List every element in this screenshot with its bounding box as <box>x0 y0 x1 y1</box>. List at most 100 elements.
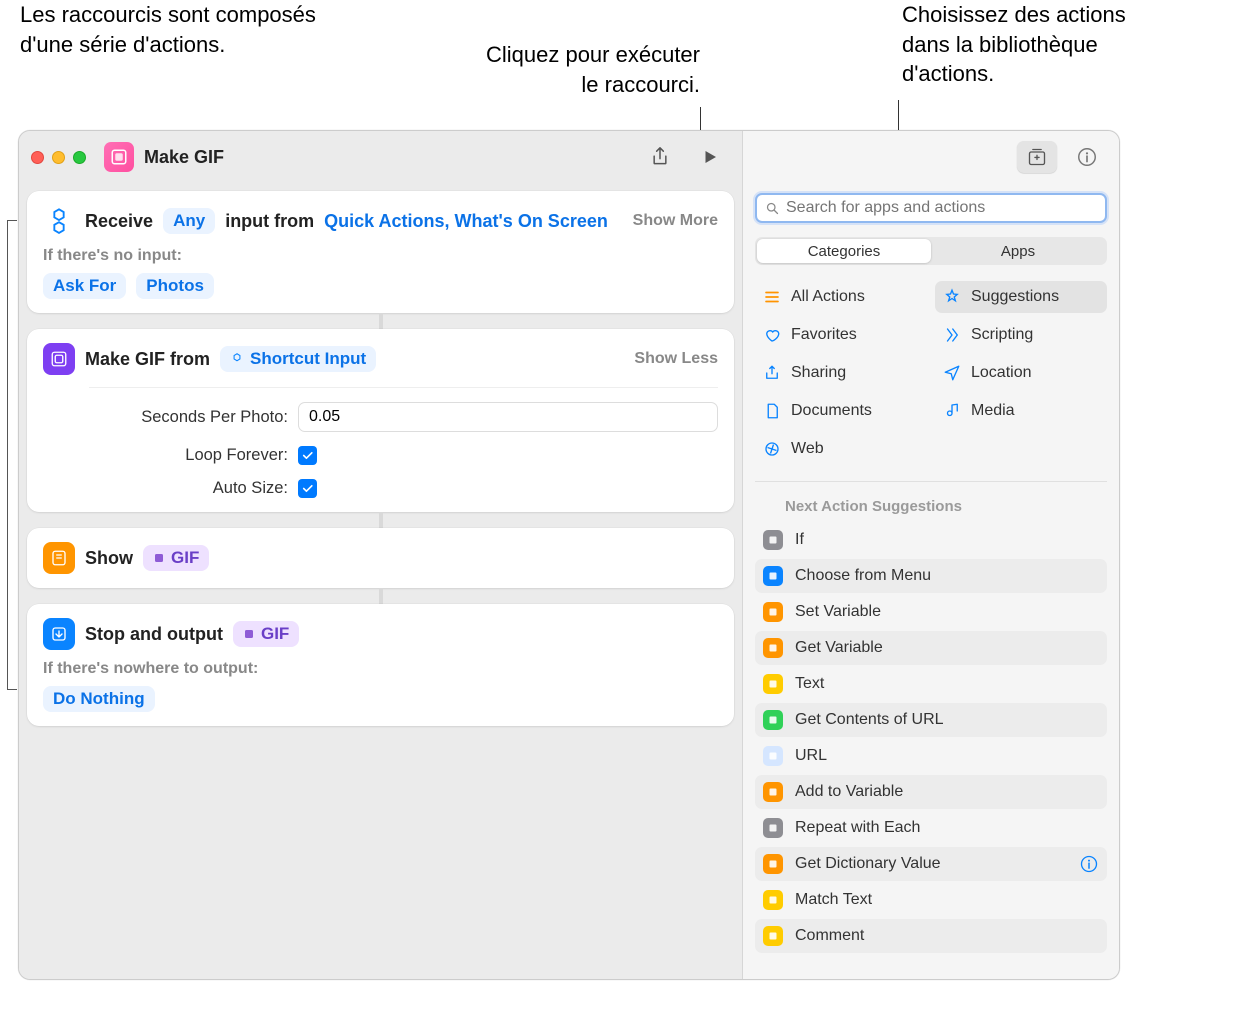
suggestion-add-to-variable[interactable]: Add to Variable <box>755 775 1107 809</box>
action-mini-icon <box>763 530 783 550</box>
category-suggestions[interactable]: Suggestions <box>935 281 1107 313</box>
close-window-button[interactable] <box>31 151 44 164</box>
category-media[interactable]: Media <box>935 395 1107 427</box>
callout-library-l3: d'actions. <box>902 59 1222 89</box>
show-more-button[interactable]: Show More <box>633 212 718 230</box>
action-mini-icon <box>763 782 783 802</box>
suggestion-label: URL <box>795 747 827 765</box>
action-mini-icon <box>763 746 783 766</box>
traffic-lights[interactable] <box>31 151 86 164</box>
search-input[interactable] <box>786 199 1097 217</box>
category-grid: All Actions Suggestions Favorites Scripting… <box>743 275 1119 477</box>
share-button[interactable] <box>640 141 680 173</box>
suggestion-comment[interactable]: Comment <box>755 919 1107 953</box>
info-button[interactable] <box>1075 141 1099 173</box>
callout-run-l2: le raccourci. <box>400 70 700 100</box>
input-icon <box>43 205 75 237</box>
info-icon[interactable] <box>1079 854 1099 874</box>
callout-left: Les raccourcis sont composés d'une série… <box>20 0 350 59</box>
category-all-actions[interactable]: All Actions <box>755 281 927 313</box>
suggestion-get-dictionary-value[interactable]: Get Dictionary Value <box>755 847 1107 881</box>
shortcut-editor-window: Make GIF Receive Any input from Quick <box>18 130 1120 980</box>
auto-size-checkbox[interactable] <box>298 479 317 498</box>
action-stop-output[interactable]: Stop and output GIF If there's nowhere t… <box>27 604 734 726</box>
action-mini-icon <box>763 818 783 838</box>
category-label: Web <box>791 440 824 458</box>
titlebar: Make GIF <box>19 131 742 183</box>
category-label: Scripting <box>971 326 1033 344</box>
category-label: All Actions <box>791 288 865 306</box>
show-less-button[interactable]: Show Less <box>634 350 718 368</box>
make-gif-icon <box>43 343 75 375</box>
suggestion-label: Match Text <box>795 891 872 909</box>
zoom-window-button[interactable] <box>73 151 86 164</box>
gif-output-token[interactable]: GIF <box>233 621 299 647</box>
connector <box>379 512 383 528</box>
callout-run: Cliquez pour exécuter le raccourci. <box>400 40 700 99</box>
action-mini-icon <box>763 638 783 658</box>
action-make-gif[interactable]: Make GIF from Shortcut Input Show Less S… <box>27 329 734 512</box>
category-scripting[interactable]: Scripting <box>935 319 1107 351</box>
output-icon <box>43 618 75 650</box>
gif-variable-token[interactable]: GIF <box>143 545 209 571</box>
category-label: Sharing <box>791 364 846 382</box>
library-pane: Categories Apps All Actions Suggestions Fa… <box>742 131 1119 979</box>
receive-any-token[interactable]: Any <box>163 208 215 234</box>
category-favorites[interactable]: Favorites <box>755 319 927 351</box>
shortcut-icon <box>104 142 134 172</box>
library-button[interactable] <box>1017 141 1057 173</box>
category-web[interactable]: Web <box>755 433 927 465</box>
library-tabs[interactable]: Categories Apps <box>755 237 1107 265</box>
connector <box>379 588 383 604</box>
auto-size-label: Auto Size: <box>43 479 298 498</box>
do-nothing-token[interactable]: Do Nothing <box>43 686 155 712</box>
suggestion-if[interactable]: If <box>755 523 1107 557</box>
search-field[interactable] <box>755 193 1107 223</box>
suggestion-set-variable[interactable]: Set Variable <box>755 595 1107 629</box>
suggestion-label: If <box>795 531 804 549</box>
suggestion-repeat-with-each[interactable]: Repeat with Each <box>755 811 1107 845</box>
category-location[interactable]: Location <box>935 357 1107 389</box>
make-gif-label: Make GIF from <box>85 349 210 370</box>
category-sharing[interactable]: Sharing <box>755 357 927 389</box>
minimize-window-button[interactable] <box>52 151 65 164</box>
category-documents[interactable]: Documents <box>755 395 927 427</box>
suggestion-label: Get Variable <box>795 639 883 657</box>
suggestion-get-variable[interactable]: Get Variable <box>755 631 1107 665</box>
show-icon <box>43 542 75 574</box>
suggestion-label: Get Contents of URL <box>795 711 944 729</box>
shortcut-title[interactable]: Make GIF <box>144 147 224 168</box>
seconds-per-photo-input[interactable] <box>298 402 718 432</box>
tab-apps[interactable]: Apps <box>931 239 1105 263</box>
suggestion-label: Choose from Menu <box>795 567 931 585</box>
callout-library-l2: dans la bibliothèque <box>902 30 1222 60</box>
gif-text: GIF <box>171 548 199 568</box>
receive-sources-token[interactable]: Quick Actions, What's On Screen <box>324 211 608 232</box>
loop-forever-checkbox[interactable] <box>298 446 317 465</box>
photos-token[interactable]: Photos <box>136 273 214 299</box>
divider <box>89 387 718 388</box>
suggestion-url[interactable]: URL <box>755 739 1107 773</box>
category-label: Suggestions <box>971 288 1059 306</box>
action-show[interactable]: Show GIF <box>27 528 734 588</box>
category-label: Media <box>971 402 1015 420</box>
separator <box>755 481 1107 482</box>
connector <box>379 313 383 329</box>
receive-label: Receive <box>85 211 153 232</box>
shortcut-input-text: Shortcut Input <box>250 349 366 369</box>
suggestion-text[interactable]: Text <box>755 667 1107 701</box>
suggestion-match-text[interactable]: Match Text <box>755 883 1107 917</box>
suggestion-get-contents-of-url[interactable]: Get Contents of URL <box>755 703 1107 737</box>
run-button[interactable] <box>690 141 730 173</box>
editor-main-pane: Make GIF Receive Any input from Quick <box>19 131 742 979</box>
suggestion-choose-from-menu[interactable]: Choose from Menu <box>755 559 1107 593</box>
suggestion-label: Add to Variable <box>795 783 903 801</box>
ask-for-token[interactable]: Ask For <box>43 273 126 299</box>
tab-categories[interactable]: Categories <box>757 239 931 263</box>
action-list: Receive Any input from Quick Actions, Wh… <box>19 183 742 734</box>
action-mini-icon <box>763 674 783 694</box>
action-mini-icon <box>763 890 783 910</box>
action-receive[interactable]: Receive Any input from Quick Actions, Wh… <box>27 191 734 313</box>
suggestion-label: Get Dictionary Value <box>795 855 941 873</box>
shortcut-input-token[interactable]: Shortcut Input <box>220 346 376 372</box>
